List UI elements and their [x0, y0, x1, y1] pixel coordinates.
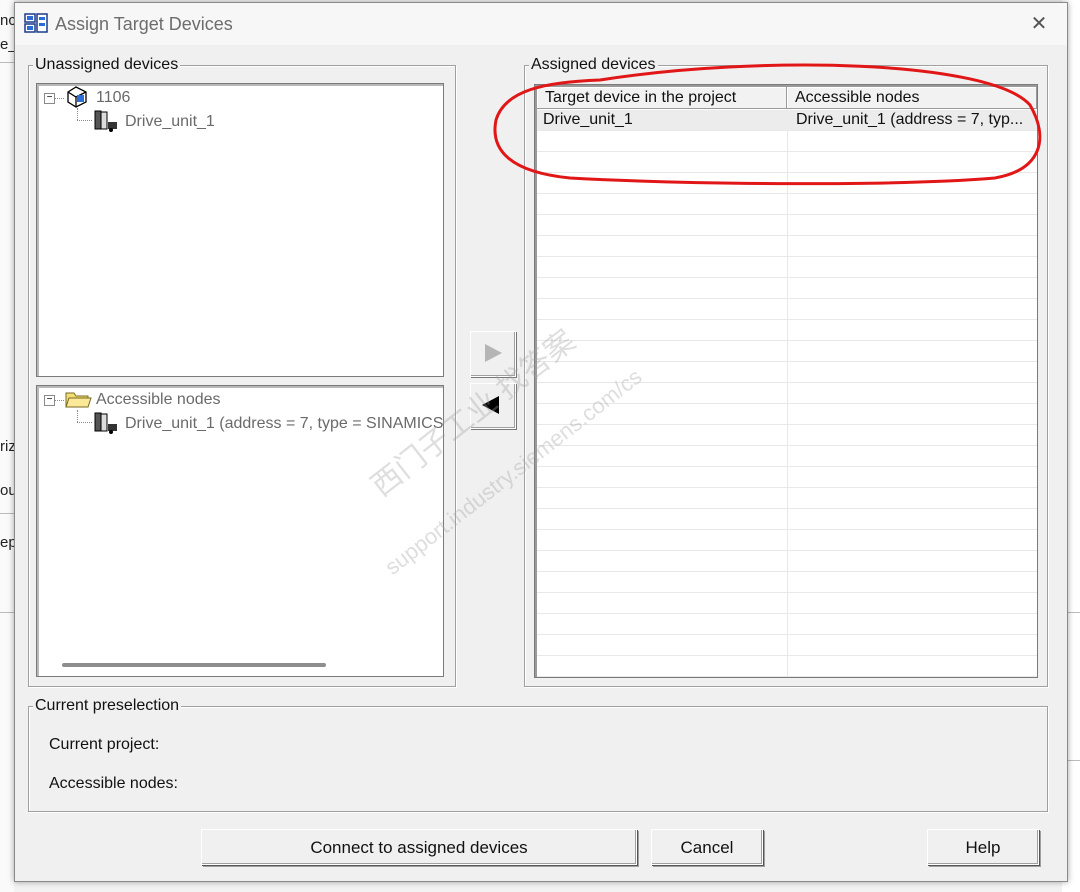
background-divider: [0, 513, 14, 514]
cell-accessible-node: Drive_unit_1 (address = 7, typ...: [796, 111, 1024, 128]
tree-connector: [77, 410, 78, 422]
table-row[interactable]: [537, 551, 1037, 572]
table-row[interactable]: [537, 383, 1037, 404]
assign-button[interactable]: [470, 331, 516, 377]
tree-connector: [54, 98, 64, 99]
table-row[interactable]: [537, 299, 1037, 320]
table-row[interactable]: [537, 614, 1037, 635]
unassigned-devices-tree[interactable]: − 1106 Drive_unit_1: [36, 83, 444, 377]
right-arrow-icon: [485, 344, 502, 362]
table-row[interactable]: [537, 278, 1037, 299]
table-row[interactable]: [537, 173, 1037, 194]
current-preselection-group: Current preselection Current project: Ac…: [28, 696, 1048, 812]
unassign-button[interactable]: [470, 383, 516, 429]
drive-unit-icon: [94, 110, 117, 132]
help-button[interactable]: Help: [927, 829, 1039, 865]
folder-icon: [65, 392, 92, 408]
tree-connector: [54, 400, 64, 401]
tree-item-label: Drive_unit_1 (address = 7, type = SINAMI…: [125, 415, 444, 432]
table-row[interactable]: [537, 194, 1037, 215]
accessible-nodes-tree[interactable]: − Accessible nodes Drive_unit_1 (address…: [36, 385, 444, 677]
current-preselection-legend: Current preselection: [33, 696, 182, 716]
table-row[interactable]: [537, 257, 1037, 278]
table-row[interactable]: [537, 341, 1037, 362]
assigned-devices-legend: Assigned devices: [529, 55, 658, 75]
current-project-label: Current project:: [49, 736, 160, 753]
dialog-title: Assign Target Devices: [55, 14, 233, 34]
table-row[interactable]: [537, 152, 1037, 173]
background-text-fragment: ep: [0, 534, 14, 551]
table-row[interactable]: [537, 362, 1037, 383]
table-row[interactable]: [537, 656, 1037, 677]
table-row[interactable]: [537, 446, 1037, 467]
background-text-fragment: e_: [0, 36, 14, 53]
tree-connector: [77, 422, 92, 423]
background-text-fragment: riz: [0, 438, 14, 455]
unassigned-devices-group: Unassigned devices − 1106 Drive_unit_1 −: [28, 55, 456, 687]
left-arrow-icon: [482, 396, 499, 414]
title-bar: Assign Target Devices ✕: [15, 3, 1067, 45]
tree-connector: [77, 120, 92, 121]
table-row[interactable]: [537, 320, 1037, 341]
table-row[interactable]: [537, 131, 1037, 152]
table-row[interactable]: Drive_unit_1 Drive_unit_1 (address = 7, t…: [537, 110, 1037, 131]
table-row[interactable]: [537, 509, 1037, 530]
table-row[interactable]: [537, 593, 1037, 614]
assigned-devices-group: Assigned devices Target device in the pr…: [524, 55, 1048, 687]
column-header-accessible-nodes[interactable]: Accessible nodes: [787, 87, 1037, 109]
tree-item-label: 1106: [96, 89, 131, 106]
background-text-fragment: nc: [0, 12, 14, 29]
connect-button[interactable]: Connect to assigned devices: [201, 829, 637, 865]
table-row[interactable]: [537, 215, 1037, 236]
table-row[interactable]: [537, 530, 1037, 551]
tree-connector: [77, 108, 78, 120]
background-divider: [0, 62, 14, 63]
close-icon[interactable]: ✕: [1021, 9, 1057, 39]
table-row[interactable]: [537, 467, 1037, 488]
assigned-devices-table[interactable]: Target device in the project Accessible …: [534, 84, 1038, 678]
table-row[interactable]: [537, 236, 1037, 257]
unassigned-devices-legend: Unassigned devices: [33, 55, 181, 75]
background-text-fragment: ou: [0, 482, 14, 499]
assign-target-devices-dialog: Assign Target Devices ✕ Unassigned devic…: [14, 2, 1068, 882]
horizontal-scrollbar-thumb[interactable]: [62, 663, 326, 667]
drive-unit-icon: [94, 412, 117, 434]
background-divider: [0, 612, 14, 613]
cell-target-device: Drive_unit_1: [543, 111, 633, 128]
accessible-nodes-label: Accessible nodes:: [49, 775, 178, 792]
table-row[interactable]: [537, 488, 1037, 509]
project-icon: [67, 86, 87, 108]
table-row[interactable]: [537, 425, 1037, 446]
tree-item-label: Drive_unit_1: [125, 113, 215, 130]
table-row[interactable]: [537, 404, 1037, 425]
app-icon: [24, 13, 48, 33]
cancel-button[interactable]: Cancel: [651, 829, 763, 865]
column-header-target-device[interactable]: Target device in the project: [537, 87, 787, 109]
table-row[interactable]: [537, 572, 1037, 593]
table-row[interactable]: [537, 635, 1037, 656]
tree-item-label: Accessible nodes: [96, 391, 221, 408]
